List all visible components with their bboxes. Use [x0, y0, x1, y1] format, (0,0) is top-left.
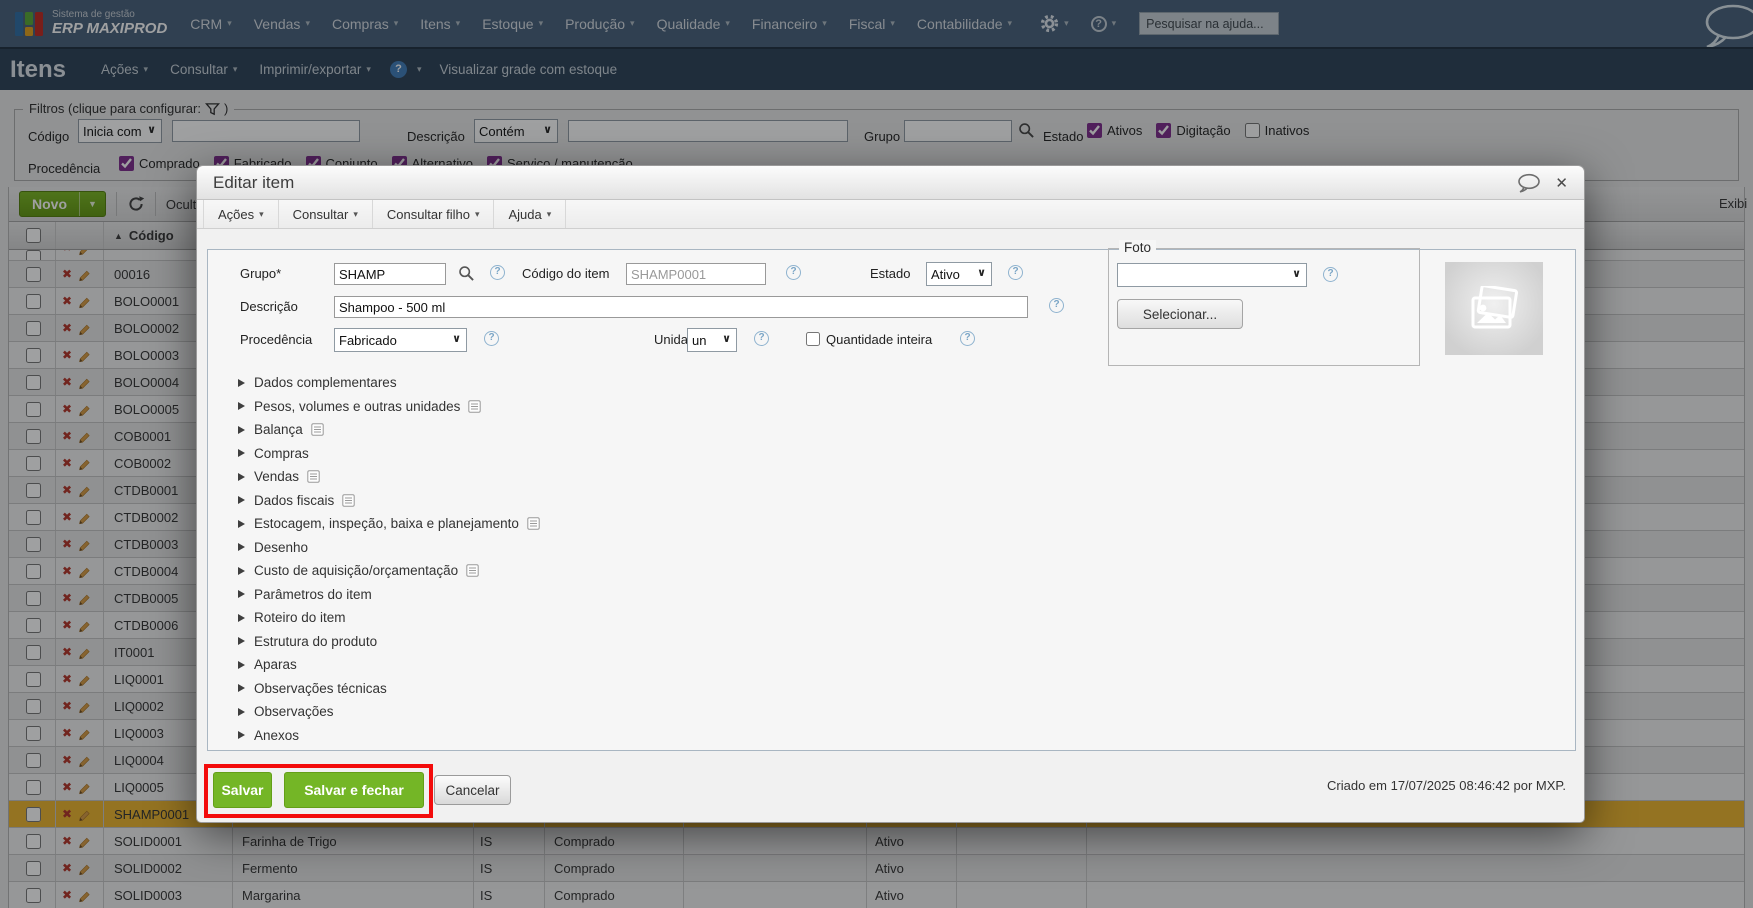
help-icon[interactable]: ?	[1008, 265, 1023, 280]
chevron-right-icon	[238, 684, 245, 693]
chevron-right-icon	[238, 731, 245, 740]
search-icon[interactable]	[458, 265, 475, 282]
chevron-right-icon	[238, 637, 245, 646]
chevron-down-icon: ▾	[546, 208, 552, 219]
close-icon[interactable]: ✕	[1555, 174, 1568, 192]
section-estrutura-do-produto[interactable]: Estrutura do produto	[238, 630, 540, 654]
chevron-right-icon	[238, 425, 245, 434]
notes-icon	[527, 517, 540, 530]
modal-menu-ac-o-es[interactable]: Ações ▾	[203, 200, 279, 228]
chevron-right-icon	[238, 543, 245, 552]
foto-select[interactable]	[1117, 263, 1307, 287]
help-icon[interactable]: ?	[490, 265, 505, 280]
procedencia-label: Procedência	[240, 332, 313, 347]
foto-legend: Foto	[1119, 240, 1157, 255]
help-icon[interactable]: ?	[484, 331, 499, 346]
chevron-right-icon	[238, 566, 245, 575]
chevron-right-icon	[238, 449, 245, 458]
photo-placeholder	[1445, 262, 1543, 355]
procedencia-select-wrap: Fabricado	[334, 328, 467, 352]
section-aparas[interactable]: Aparas	[238, 653, 540, 677]
section-para-metros-do-item[interactable]: Parâmetros do item	[238, 583, 540, 607]
unidade-select-wrap: un	[687, 328, 737, 352]
section-observac-o-es-te-cnicas[interactable]: Observações técnicas	[238, 677, 540, 701]
modal-menu-ajuda[interactable]: Ajuda ▾	[494, 200, 567, 228]
chevron-right-icon	[238, 613, 245, 622]
section-pesos-volumes-e-outras-unidades[interactable]: Pesos, volumes e outras unidades	[238, 395, 540, 419]
section-dados-complementares[interactable]: Dados complementares	[238, 371, 540, 395]
procedencia-select[interactable]: Fabricado	[334, 328, 467, 352]
help-icon[interactable]: ?	[1049, 298, 1064, 313]
selecionar-button[interactable]: Selecionar...	[1117, 299, 1243, 329]
section-dados-fiscais[interactable]: Dados fiscais	[238, 489, 540, 513]
help-icon[interactable]: ?	[786, 265, 801, 280]
grupo-input[interactable]	[334, 263, 446, 285]
image-icon	[1471, 285, 1519, 328]
section-custo-de-aquisic-a-o-orc-amentac-a-o[interactable]: Custo de aquisição/orçamentação	[238, 559, 540, 583]
chevron-right-icon	[238, 660, 245, 669]
modal-menu-consultar[interactable]: Consultar ▾	[279, 200, 373, 228]
foto-fieldset: Foto ? Selecionar...	[1108, 240, 1420, 366]
created-timestamp: Criado em 17/07/2025 08:46:42 por MXP.	[1327, 778, 1566, 793]
notes-icon	[342, 494, 355, 507]
section-vendas[interactable]: Vendas	[238, 465, 540, 489]
quantidade-inteira-checkbox[interactable]	[806, 332, 820, 346]
estado-label: Estado	[870, 266, 911, 281]
notes-icon	[307, 470, 320, 483]
chevron-right-icon	[238, 519, 245, 528]
chevron-down-icon: ▾	[474, 208, 480, 219]
annotation-highlight	[204, 764, 433, 818]
section-anexos[interactable]: Anexos	[238, 724, 540, 748]
section-desenho[interactable]: Desenho	[238, 536, 540, 560]
chevron-right-icon	[238, 496, 245, 505]
modal-title-bar: Editar item ✕	[197, 166, 1584, 200]
quantidade-inteira-label: Quantidade inteira	[826, 332, 933, 347]
notes-icon	[468, 400, 482, 413]
section-estocagem-inspec-a-o-baixa-e-planejamento[interactable]: Estocagem, inspeção, baixa e planejament…	[238, 512, 540, 536]
help-icon[interactable]: ?	[1323, 267, 1338, 282]
unidade-select[interactable]: un	[687, 328, 737, 352]
section-compras[interactable]: Compras	[238, 442, 540, 466]
help-icon[interactable]: ?	[960, 331, 975, 346]
notes-icon	[311, 423, 324, 436]
collapsible-sections: Dados complementares Pesos, volumes e out…	[238, 371, 540, 747]
codigo-item-input	[626, 263, 766, 285]
modal-form: Grupo* ? Código do item ? Estado Ativo ?…	[207, 240, 1576, 751]
section-balanc-a[interactable]: Balança	[238, 418, 540, 442]
chevron-down-icon: ▾	[353, 208, 358, 219]
chevron-right-icon	[238, 402, 245, 411]
section-roteiro-do-item[interactable]: Roteiro do item	[238, 606, 540, 630]
descricao-input[interactable]	[334, 296, 1028, 318]
comment-bubble-icon[interactable]	[1516, 173, 1541, 193]
foto-select-wrap	[1117, 263, 1307, 287]
codigo-item-label: Código do item	[522, 266, 610, 281]
chevron-right-icon	[238, 707, 245, 716]
cancel-button[interactable]: Cancelar	[434, 775, 511, 805]
edit-item-modal: Editar item ✕ Ações ▾ Consultar ▾ Consultar …	[196, 165, 1585, 823]
chevron-right-icon	[238, 472, 245, 481]
estado-select-wrap: Ativo	[926, 262, 992, 286]
modal-menubar: Ações ▾ Consultar ▾ Consultar filho ▾ Ajuda ▾	[197, 200, 1584, 229]
help-icon[interactable]: ?	[754, 331, 769, 346]
modal-menu-consultar-filho[interactable]: Consultar filho ▾	[373, 200, 495, 228]
chevron-right-icon	[238, 590, 245, 599]
grupo-label: Grupo*	[240, 266, 282, 281]
notes-icon	[466, 564, 479, 577]
section-observac-o-es[interactable]: Observações	[238, 700, 540, 724]
descricao-label: Descrição	[240, 299, 298, 314]
modal-title: Editar item	[213, 172, 295, 192]
chevron-right-icon	[238, 378, 245, 387]
chevron-down-icon: ▾	[259, 208, 264, 219]
estado-select[interactable]: Ativo	[926, 262, 992, 286]
